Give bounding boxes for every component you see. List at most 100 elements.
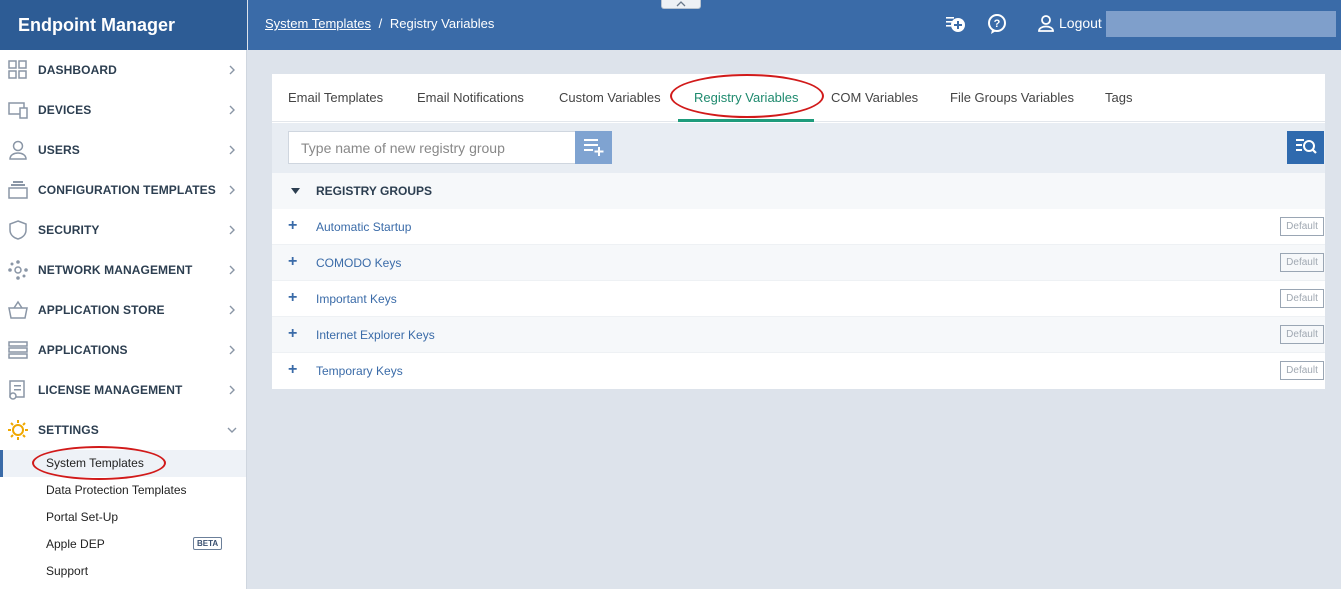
basket-icon bbox=[8, 300, 28, 319]
sidebar-item-label: USERS bbox=[38, 143, 80, 157]
chevron-right-icon bbox=[229, 105, 235, 115]
sidebar-item-devices[interactable]: DEVICES bbox=[0, 90, 246, 130]
registry-group-name[interactable]: Internet Explorer Keys bbox=[316, 328, 435, 342]
chevron-right-icon bbox=[229, 65, 235, 75]
expand-plus-icon[interactable]: + bbox=[288, 325, 297, 343]
user-name-redacted bbox=[1106, 11, 1336, 37]
search-list-icon bbox=[1295, 139, 1317, 154]
sidebar-item-label: APPLICATIONS bbox=[38, 343, 128, 357]
chevron-right-icon bbox=[229, 225, 235, 235]
sidebar-item-settings[interactable]: SETTINGS bbox=[0, 410, 246, 450]
user-icon bbox=[9, 140, 27, 160]
templates-icon bbox=[8, 181, 28, 199]
chevron-right-icon bbox=[229, 345, 235, 355]
sidebar-item-dashboard[interactable]: DASHBOARD bbox=[0, 50, 246, 90]
search-filter-button[interactable] bbox=[1287, 131, 1324, 164]
add-task-icon[interactable] bbox=[945, 13, 967, 35]
breadcrumb-system-templates[interactable]: System Templates bbox=[265, 16, 371, 31]
registry-group-row: + Internet Explorer Keys Default bbox=[272, 317, 1325, 353]
sidebar-subitem-apple-dep[interactable]: Apple DEP BETA bbox=[0, 531, 246, 558]
new-registry-group-input[interactable] bbox=[288, 131, 576, 164]
breadcrumb-current: Registry Variables bbox=[389, 16, 495, 31]
collapse-header-toggle[interactable] bbox=[661, 0, 701, 9]
chevron-right-icon bbox=[229, 305, 235, 315]
server-icon bbox=[8, 341, 28, 359]
sidebar-item-label: APPLICATION STORE bbox=[38, 303, 165, 317]
expand-plus-icon[interactable]: + bbox=[288, 217, 297, 235]
devices-icon bbox=[8, 102, 28, 119]
sidebar-item-label: DASHBOARD bbox=[38, 63, 117, 77]
registry-group-name[interactable]: COMODO Keys bbox=[316, 256, 401, 270]
sidebar-subitem-portal-set-up[interactable]: Portal Set-Up bbox=[0, 504, 246, 531]
registry-groups-header[interactable]: REGISTRY GROUPS bbox=[272, 173, 1325, 209]
sidebar-subitem-label: Apple DEP bbox=[46, 537, 105, 551]
chevron-up-icon bbox=[676, 1, 686, 7]
logout-button[interactable]: Logout bbox=[1037, 14, 1102, 32]
sidebar-item-label: LICENSE MANAGEMENT bbox=[38, 383, 183, 397]
expand-plus-icon[interactable]: + bbox=[288, 253, 297, 271]
sidebar-item-license-management[interactable]: LICENSE MANAGEMENT bbox=[0, 370, 246, 410]
sidebar-subitem-label: Support bbox=[46, 564, 89, 578]
default-badge: Default bbox=[1280, 289, 1324, 308]
sidebar-subitem-system-templates[interactable]: System Templates bbox=[0, 450, 246, 477]
chevron-right-icon bbox=[229, 185, 235, 195]
breadcrumb-separator: / bbox=[378, 16, 383, 31]
expand-plus-icon[interactable]: + bbox=[288, 361, 297, 379]
certificate-icon bbox=[9, 380, 25, 400]
sidebar-item-configuration-templates[interactable]: CONFIGURATION TEMPLATES bbox=[0, 170, 246, 210]
active-tab-indicator bbox=[678, 119, 814, 122]
tab-bar: Email Templates Email Notifications Cust… bbox=[272, 74, 1325, 122]
tab-email-templates[interactable]: Email Templates bbox=[288, 90, 383, 105]
tab-com-variables[interactable]: COM Variables bbox=[831, 90, 918, 105]
registry-group-row: + Temporary Keys Default bbox=[272, 353, 1325, 389]
default-badge: Default bbox=[1280, 217, 1324, 236]
help-icon[interactable]: ? bbox=[986, 13, 1008, 35]
sidebar-item-application-store[interactable]: APPLICATION STORE bbox=[0, 290, 246, 330]
default-badge: Default bbox=[1280, 361, 1324, 380]
breadcrumb: System Templates / Registry Variables bbox=[265, 16, 494, 31]
tab-registry-variables[interactable]: Registry Variables bbox=[694, 90, 799, 105]
registry-group-row: + Automatic Startup Default bbox=[272, 209, 1325, 245]
sidebar-subitem-data-protection-templates[interactable]: Data Protection Templates bbox=[0, 477, 246, 504]
sidebar-item-label: NETWORK MANAGEMENT bbox=[38, 263, 193, 277]
chevron-right-icon bbox=[229, 145, 235, 155]
tab-file-groups-variables[interactable]: File Groups Variables bbox=[950, 90, 1074, 105]
caret-down-icon bbox=[291, 188, 300, 194]
sidebar-item-label: CONFIGURATION TEMPLATES bbox=[38, 183, 216, 197]
toolbar bbox=[272, 123, 1325, 173]
expand-plus-icon[interactable]: + bbox=[288, 289, 297, 307]
sidebar-item-network-management[interactable]: NETWORK MANAGEMENT bbox=[0, 250, 246, 290]
main-panel: Email Templates Email Notifications Cust… bbox=[272, 74, 1325, 389]
sidebar-item-label: SETTINGS bbox=[38, 423, 99, 437]
shield-icon bbox=[9, 220, 27, 240]
registry-groups-title: REGISTRY GROUPS bbox=[316, 184, 433, 198]
add-group-button[interactable] bbox=[575, 131, 612, 164]
registry-group-name[interactable]: Temporary Keys bbox=[316, 364, 403, 378]
chevron-down-icon bbox=[227, 427, 237, 433]
sidebar-subitem-label: Data Protection Templates bbox=[46, 483, 187, 497]
gear-icon bbox=[8, 420, 28, 440]
sidebar-item-security[interactable]: SECURITY bbox=[0, 210, 246, 250]
registry-group-row: + Important Keys Default bbox=[272, 281, 1325, 317]
sidebar: DASHBOARD DEVICES USERS CONFIGURATION TE… bbox=[0, 50, 247, 589]
tab-email-notifications[interactable]: Email Notifications bbox=[417, 90, 524, 105]
registry-group-name[interactable]: Important Keys bbox=[316, 292, 397, 306]
registry-group-row: + COMODO Keys Default bbox=[272, 245, 1325, 281]
sidebar-item-users[interactable]: USERS bbox=[0, 130, 246, 170]
logout-label: Logout bbox=[1059, 15, 1102, 31]
tab-custom-variables[interactable]: Custom Variables bbox=[559, 90, 661, 105]
sidebar-subitem-label: Portal Set-Up bbox=[46, 510, 119, 524]
chevron-right-icon bbox=[229, 385, 235, 395]
chevron-right-icon bbox=[229, 265, 235, 275]
user-icon bbox=[1038, 15, 1054, 32]
registry-group-name[interactable]: Automatic Startup bbox=[316, 220, 411, 234]
svg-text:?: ? bbox=[994, 18, 1001, 30]
sidebar-subitem-support[interactable]: Support bbox=[0, 558, 246, 585]
grid-icon bbox=[8, 60, 27, 79]
app-title: Endpoint Manager bbox=[0, 0, 247, 50]
network-icon bbox=[8, 260, 28, 280]
sidebar-item-applications[interactable]: APPLICATIONS bbox=[0, 330, 246, 370]
top-bar: System Templates / Registry Variables ? … bbox=[248, 0, 1341, 50]
tab-tags[interactable]: Tags bbox=[1105, 90, 1132, 105]
beta-badge: BETA bbox=[193, 537, 223, 550]
